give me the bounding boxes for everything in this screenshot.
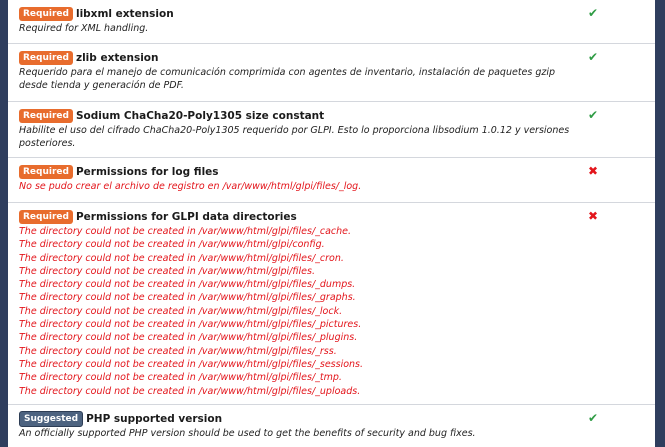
directory-error: The directory could not be created in /v… — [19, 385, 361, 397]
check-title: libxml extension — [75, 7, 174, 20]
check-description: Requerido para el manejo de comunicación… — [19, 67, 556, 91]
directory-error: The directory could not be created in /v… — [19, 358, 364, 370]
check-error-message: No se pudo crear el archivo de registro … — [19, 181, 362, 192]
check-title: Permissions for GLPI data directories — [75, 210, 297, 223]
check-title: PHP supported version — [86, 412, 223, 425]
directory-error: The directory could not be created in /v… — [19, 319, 362, 331]
check-description: Required for XML handling. — [19, 23, 149, 34]
check-fail-icon: ✖ — [588, 209, 599, 223]
check-row-data-directories: Required Permissions for GLPI data direc… — [8, 203, 655, 405]
check-ok-icon: ✔ — [588, 50, 599, 64]
directory-error: The directory could not be created in /v… — [19, 332, 358, 344]
check-row-sodium: Required Sodium ChaCha20-Poly1305 size c… — [8, 102, 655, 158]
required-badge: Required — [19, 164, 73, 179]
directory-error: The directory could not be created in /v… — [19, 265, 315, 277]
check-row-libxml: Required libxml extension Required for X… — [8, 0, 655, 44]
required-badge: Required — [19, 50, 73, 65]
check-ok-icon: ✔ — [588, 108, 599, 122]
directory-error: The directory could not be created in /v… — [19, 292, 356, 304]
check-title: Sodium ChaCha20-Poly1305 size constant — [75, 109, 325, 122]
check-title: Permissions for log files — [75, 165, 219, 178]
directory-error: The directory could not be created in /v… — [19, 305, 343, 317]
required-badge: Required — [19, 6, 73, 21]
check-description: An officially supported PHP version shou… — [19, 428, 476, 439]
directory-error: The directory could not be created in /v… — [19, 226, 352, 237]
directory-error: The directory could not be created in /v… — [19, 239, 325, 251]
required-badge: Required — [19, 108, 73, 123]
requirements-table: Required libxml extension Required for X… — [8, 0, 655, 447]
check-ok-icon: ✔ — [588, 6, 599, 20]
check-row-log-permissions: Required Permissions for log files No se… — [8, 158, 655, 203]
suggested-badge: Suggested — [19, 410, 84, 427]
check-title: zlib extension — [75, 51, 159, 64]
check-ok-icon: ✔ — [588, 411, 599, 425]
directory-error: The directory could not be created in /v… — [19, 252, 344, 264]
directory-error: The directory could not be created in /v… — [19, 279, 356, 291]
check-row-php-version: Suggested PHP supported version An offic… — [8, 405, 655, 447]
check-row-zlib: Required zlib extension Requerido para e… — [8, 44, 655, 102]
check-fail-icon: ✖ — [588, 164, 599, 178]
directory-error: The directory could not be created in /v… — [19, 372, 342, 384]
required-badge: Required — [19, 209, 73, 224]
check-description: Habilite el uso del cifrado ChaCha20-Pol… — [19, 125, 570, 149]
directory-error: The directory could not be created in /v… — [19, 345, 337, 357]
